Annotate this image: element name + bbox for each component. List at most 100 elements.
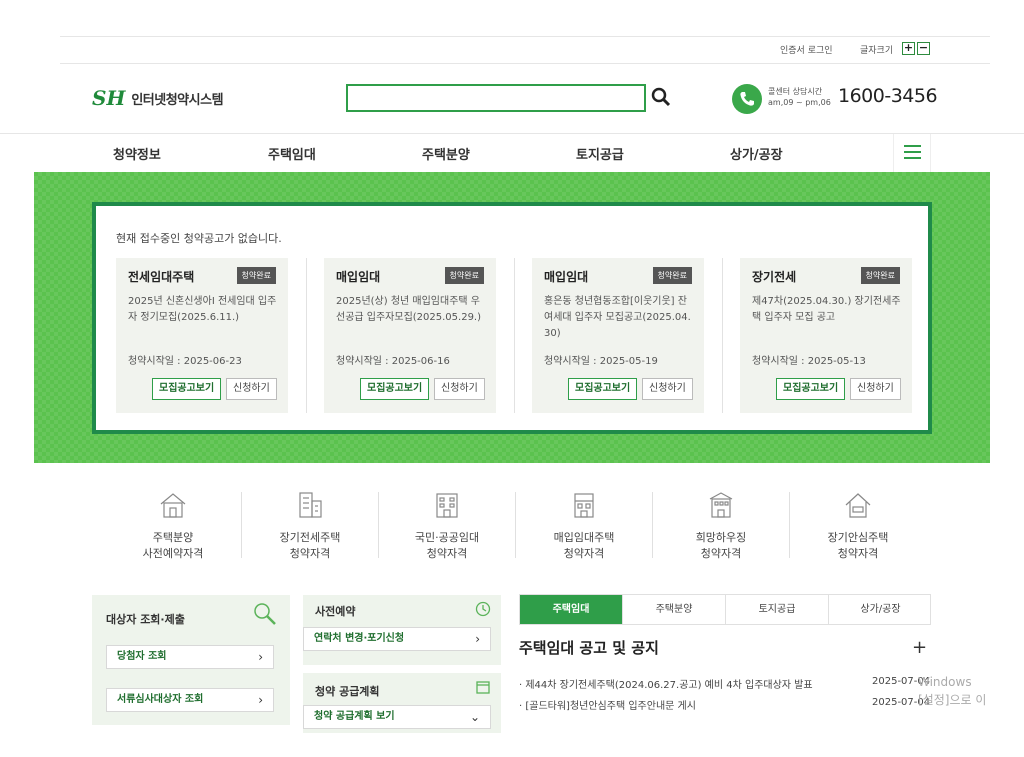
view-notice-button[interactable]: 모집공고보기 (152, 378, 222, 400)
quick-link-subtitle: 청약자격 (426, 547, 468, 560)
view-notice-button[interactable]: 모집공고보기 (360, 378, 430, 400)
notice-title: · 제44차 장기전세주택(2024.06.27.공고) 예비 4차 입주대상자… (519, 680, 813, 691)
search-icon (651, 87, 671, 107)
contact-change-button[interactable]: 연락처 변경·포기신청 › (303, 627, 491, 651)
button-label: 당첨자 조회 (117, 651, 167, 662)
chevron-right-icon: › (475, 632, 480, 646)
tab-land[interactable]: 토지공급 (726, 595, 829, 624)
card-title: 매입임대 (336, 270, 381, 284)
notice-box: 현재 접수중인 청약공고가 없습니다. 전세임대주택 청약완료 2025년 신혼… (92, 202, 932, 434)
utility-bar: 인증서 로그인 글자크기 + − (60, 36, 990, 64)
document-review-lookup-button[interactable]: 서류심사대상자 조회 › (106, 688, 274, 712)
nav-item-subscription-info[interactable]: 청약정보 (113, 144, 161, 163)
card-title: 전세임대주택 (128, 270, 195, 284)
no-open-notice-message: 현재 접수중인 청약공고가 없습니다. (116, 232, 282, 245)
card-description[interactable]: 2025년(상) 청년 매입임대주택 우선공급 입주자모집(2025.05.29… (336, 294, 486, 326)
call-center-hours: am,09 ~ pm,06 (768, 98, 831, 107)
apply-button[interactable]: 신청하기 (642, 378, 693, 400)
apply-button[interactable]: 신청하기 (850, 378, 901, 400)
card-description[interactable]: 홍은동 청년협동조합[이웃기웃] 잔여세대 입주자 모집공고(2025.04.3… (544, 294, 694, 342)
view-notice-button[interactable]: 모집공고보기 (568, 378, 638, 400)
home-safe-icon (845, 493, 871, 518)
card-title: 장기전세 (752, 270, 797, 284)
nav-item-sale[interactable]: 주택분양 (422, 144, 470, 163)
notice-tabs: 주택임대 주택분양 토지공급 상가/공장 (519, 594, 931, 625)
card-description[interactable]: 제47차(2025.04.30.) 장기전세주택 입주자 모집 공고 (752, 294, 902, 326)
magnifier-icon (254, 603, 276, 625)
quick-link-long-term-jeonse[interactable]: 장기전세주택 청약자격 (242, 490, 378, 568)
card-title: 매입임대 (544, 270, 589, 284)
font-decrease-button[interactable]: − (917, 42, 930, 55)
card-description[interactable]: 2025년 신혼신생아Ⅰ 전세임대 입주자 정기모집(2025.6.11.) (128, 294, 278, 326)
view-notice-button[interactable]: 모집공고보기 (776, 378, 846, 400)
call-center-info: 콜센터 상담시간 am,09 ~ pm,06 (768, 86, 831, 108)
supply-plan-panel: 청약 공급계획 청약 공급계획 보기 ⌄ (303, 673, 501, 733)
apply-button[interactable]: 신청하기 (226, 378, 277, 400)
main-nav: 청약정보 주택임대 주택분양 토지공급 상가/공장 (0, 134, 1024, 172)
quick-link-subtitle: 청약자격 (837, 547, 879, 560)
panel-title: 청약 공급계획 (315, 685, 380, 698)
panel-title: 사전예약 (315, 605, 356, 618)
notice-card: 전세임대주택 청약완료 2025년 신혼신생아Ⅰ 전세임대 입주자 정기모집(2… (116, 258, 288, 413)
house-icon (160, 493, 186, 518)
notice-list-title: 주택임대 공고 및 공지 (519, 639, 659, 657)
quick-link-purchase-rental[interactable]: 매입임대주택 청약자격 (516, 490, 652, 568)
nav-item-commercial[interactable]: 상가/공장 (730, 144, 783, 163)
quick-link-public-rental[interactable]: 국민·공공임대 청약자격 (379, 490, 515, 568)
more-button[interactable]: + (912, 637, 927, 658)
logo[interactable]: SH 인터넷청약시스템 (92, 86, 224, 110)
quick-link-presale[interactable]: 주택분양 사전예약자격 (105, 490, 241, 568)
nav-item-rental[interactable]: 주택임대 (268, 144, 316, 163)
apply-button[interactable]: 신청하기 (434, 378, 485, 400)
call-center-label: 콜센터 상담시간 (768, 87, 823, 96)
chevron-right-icon: › (258, 650, 263, 664)
panel-title: 대상자 조회·제출 (106, 613, 185, 626)
card-divider (306, 258, 307, 413)
notice-cards: 전세임대주택 청약완료 2025년 신혼신생아Ⅰ 전세임대 입주자 정기모집(2… (116, 258, 912, 413)
notice-row[interactable]: · [골드타워]청년안심주택 입주안내문 게시 2025-07-04 (519, 697, 931, 712)
watermark-line2: [설정]으로 이 (918, 693, 987, 707)
winner-lookup-button[interactable]: 당첨자 조회 › (106, 645, 274, 669)
menu-button[interactable] (893, 134, 931, 172)
card-divider (514, 258, 515, 413)
button-label: 서류심사대상자 조회 (117, 694, 204, 705)
notice-title: · [골드타워]청년안심주택 입주안내문 게시 (519, 701, 696, 712)
notice-card: 매입임대 청약완료 2025년(상) 청년 매입임대주택 우선공급 입주자모집(… (324, 258, 496, 413)
logo-text: 인터넷청약시스템 (131, 92, 224, 108)
header: SH 인터넷청약시스템 콜센터 상담시간 am,09 ~ pm,06 1600-… (0, 64, 1024, 134)
card-start-date: 청약시작일 : 2025-06-23 (128, 356, 242, 367)
clock-icon (475, 601, 491, 617)
tab-commercial[interactable]: 상가/공장 (829, 595, 932, 624)
dormitory-icon (709, 492, 733, 518)
chevron-down-icon: ⌄ (469, 710, 480, 724)
search-button[interactable] (650, 86, 672, 108)
quick-link-hope-housing[interactable]: 희망하우징 청약자격 (653, 490, 789, 568)
quick-link-subtitle: 청약자격 (289, 547, 331, 560)
pre-reservation-panel: 사전예약 연락처 변경·포기신청 › (303, 595, 501, 665)
target-lookup-panel: 대상자 조회·제출 당첨자 조회 › 서류심사대상자 조회 › (92, 595, 290, 725)
quick-link-title: 장기안심주택 (827, 531, 889, 544)
notice-card: 매입임대 청약완료 홍은동 청년협동조합[이웃기웃] 잔여세대 입주자 모집공고… (532, 258, 704, 413)
phone-icon (732, 84, 762, 114)
calendar-icon (476, 681, 490, 694)
tab-rental[interactable]: 주택임대 (520, 595, 623, 624)
card-start-date: 청약시작일 : 2025-06-16 (336, 356, 450, 367)
tab-sale[interactable]: 주택분양 (623, 595, 726, 624)
building-icon (299, 492, 322, 518)
townhouse-icon (574, 493, 594, 518)
notice-row[interactable]: · 제44차 장기전세주택(2024.06.27.공고) 예비 4차 입주대상자… (519, 676, 931, 691)
quick-link-safe-housing[interactable]: 장기안심주택청약자격 (790, 490, 926, 568)
font-increase-button[interactable]: + (902, 42, 915, 55)
nav-item-land[interactable]: 토지공급 (576, 144, 624, 163)
cert-login-link[interactable]: 인증서 로그인 (780, 43, 833, 56)
quick-link-subtitle: 청약자격 (700, 547, 742, 560)
card-start-date: 청약시작일 : 2025-05-13 (752, 356, 866, 367)
qualification-quick-links: 주택분양 사전예약자격 장기전세주택 청약자격 국민·공공임대 청약자격 매입임대주택… (105, 490, 925, 570)
card-start-date: 청약시작일 : 2025-05-19 (544, 356, 658, 367)
quick-link-subtitle: 사전예약자격 (142, 547, 204, 560)
quick-link-title: 매입임대주택 (553, 531, 615, 544)
status-badge: 청약완료 (860, 267, 900, 284)
status-badge: 청약완료 (236, 267, 276, 284)
search-input[interactable] (346, 84, 646, 112)
supply-plan-dropdown[interactable]: 청약 공급계획 보기 ⌄ (303, 705, 491, 729)
